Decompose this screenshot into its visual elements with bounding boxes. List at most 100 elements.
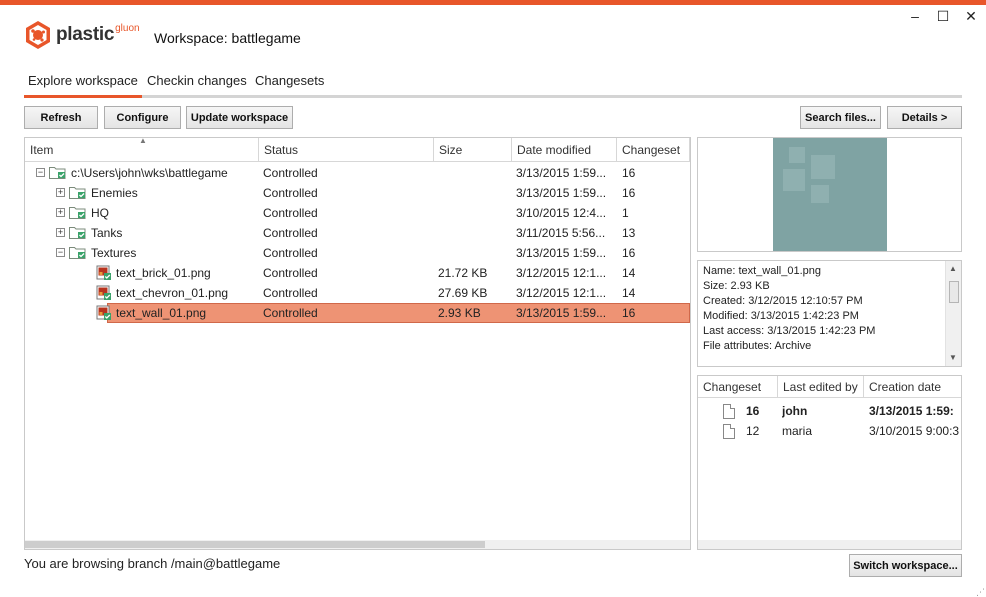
history-changeset: 12 — [746, 424, 760, 438]
item-changeset: 16 — [622, 186, 636, 200]
tab-changesets[interactable]: Changesets — [251, 71, 328, 95]
item-name: text_wall_01.png — [116, 306, 207, 320]
history-user: john — [782, 404, 808, 418]
controlled-folder-icon — [69, 207, 86, 219]
item-status: Controlled — [263, 266, 318, 280]
expand-icon[interactable]: + — [56, 188, 65, 197]
item-status: Controlled — [263, 306, 318, 320]
vertical-scrollbar[interactable]: ▲ ▼ — [945, 261, 961, 366]
window-controls: – ☐ ✕ — [908, 8, 978, 24]
scrollbar-thumb[interactable] — [949, 281, 959, 303]
column-header-last-edited-by[interactable]: Last edited by — [778, 376, 864, 398]
item-changeset: 14 — [622, 266, 636, 280]
controlled-image-file-icon — [96, 305, 111, 320]
history-row[interactable]: 12 maria 3/10/2015 9:00:3 — [698, 421, 961, 441]
detail-last-access: Last access: 3/13/2015 1:42:23 PM — [703, 325, 876, 337]
expand-icon[interactable]: + — [56, 208, 65, 217]
detail-created: Created: 3/12/2015 12:10:57 PM — [703, 295, 863, 307]
resize-grip-icon[interactable]: ⋰ — [976, 588, 985, 597]
item-size: 27.69 KB — [438, 286, 488, 300]
item-name: Enemies — [91, 186, 138, 200]
item-name: text_chevron_01.png — [116, 286, 229, 300]
controlled-folder-icon — [49, 167, 66, 179]
item-date-modified: 3/13/2015 1:59... — [516, 186, 607, 200]
scroll-down-icon[interactable]: ▼ — [949, 353, 957, 362]
controlled-image-file-icon — [96, 285, 111, 300]
main-tabs: Explore workspace Checkin changes Change… — [24, 71, 962, 98]
refresh-button[interactable]: Refresh — [24, 106, 98, 129]
item-changeset: 16 — [622, 306, 636, 320]
maximize-icon[interactable]: ☐ — [936, 8, 950, 24]
minimize-icon[interactable]: – — [908, 8, 922, 24]
item-date-modified: 3/12/2015 12:1... — [516, 266, 607, 280]
update-workspace-button[interactable]: Update workspace — [186, 106, 293, 129]
column-header-item-label: Item — [30, 143, 54, 157]
table-row[interactable]: + Enemies Controlled 3/13/2015 1:59... 16 — [25, 183, 690, 203]
configure-button[interactable]: Configure — [104, 106, 181, 129]
details-button[interactable]: Details > — [887, 106, 962, 129]
item-date-modified: 3/13/2015 1:59... — [516, 306, 607, 320]
close-icon[interactable]: ✕ — [964, 8, 978, 24]
history-row[interactable]: 16 john 3/13/2015 1:59: — [698, 401, 961, 421]
details-button-label: Details > — [901, 111, 948, 124]
detail-size: Size: 2.93 KB — [703, 280, 770, 292]
scroll-up-icon[interactable]: ▲ — [949, 264, 957, 273]
horizontal-scrollbar[interactable] — [698, 540, 961, 549]
column-header-changeset[interactable]: Changeset — [617, 138, 690, 162]
table-row[interactable]: − c:\Users\john\wks\battlegame Controlled 3… — [25, 163, 690, 183]
item-status: Controlled — [263, 166, 318, 180]
refresh-button-label: Refresh — [40, 111, 82, 124]
horizontal-scrollbar[interactable] — [25, 540, 690, 549]
search-files-button-label: Search files... — [805, 111, 876, 124]
file-details-text: Name: text_wall_01.png Size: 2.93 KB Cre… — [703, 264, 875, 354]
branch-status-text: You are browsing branch /main@battlegame — [24, 556, 281, 571]
detail-modified: Modified: 3/13/2015 1:42:23 PM — [703, 310, 859, 322]
history-date: 3/13/2015 1:59: — [869, 404, 954, 418]
column-header-status[interactable]: Status — [259, 138, 434, 162]
tab-checkin-changes[interactable]: Checkin changes — [143, 71, 251, 95]
column-header-date-modified[interactable]: Date modified — [512, 138, 617, 162]
item-size: 21.72 KB — [438, 266, 488, 280]
table-row[interactable]: + HQ Controlled 3/10/2015 12:4... 1 — [25, 203, 690, 223]
top-accent-bar — [0, 0, 986, 5]
texture-preview-image — [773, 138, 887, 251]
app-logo: plastic gluon — [24, 20, 140, 50]
tab-explore-workspace[interactable]: Explore workspace — [24, 71, 142, 98]
detail-name: Name: text_wall_01.png — [703, 265, 822, 277]
item-changeset: 1 — [622, 206, 629, 220]
switch-workspace-button[interactable]: Switch workspace... — [849, 554, 962, 577]
table-row[interactable]: − Textures Controlled 3/13/2015 1:59... 16 — [25, 243, 690, 263]
column-header-item[interactable]: Item ▲ — [25, 138, 259, 162]
table-row[interactable]: text_chevron_01.png Controlled 27.69 KB 3/1… — [25, 283, 690, 303]
item-changeset: 16 — [622, 246, 636, 260]
sort-up-icon: ▲ — [139, 137, 147, 145]
table-row[interactable]: text_wall_01.png Controlled 2.93 KB 3/13/20… — [25, 303, 690, 323]
item-name: c:\Users\john\wks\battlegame — [71, 166, 228, 180]
item-status: Controlled — [263, 246, 318, 260]
switch-workspace-button-label: Switch workspace... — [853, 559, 958, 572]
item-changeset: 13 — [622, 226, 636, 240]
column-header-size[interactable]: Size — [434, 138, 512, 162]
item-name: text_brick_01.png — [116, 266, 211, 280]
expand-icon[interactable]: + — [56, 228, 65, 237]
controlled-image-file-icon — [96, 265, 111, 280]
item-status: Controlled — [263, 226, 318, 240]
item-name: HQ — [91, 206, 109, 220]
search-files-button[interactable]: Search files... — [800, 106, 881, 129]
column-header-changeset[interactable]: Changeset — [698, 376, 778, 398]
item-changeset: 16 — [622, 166, 636, 180]
table-row[interactable]: text_brick_01.png Controlled 21.72 KB 3/12/… — [25, 263, 690, 283]
collapse-icon[interactable]: − — [36, 168, 45, 177]
item-date-modified: 3/12/2015 12:1... — [516, 286, 607, 300]
item-name: Textures — [91, 246, 137, 260]
table-row[interactable]: + Tanks Controlled 3/11/2015 5:56... 13 — [25, 223, 690, 243]
history-user: maria — [782, 424, 813, 438]
column-header-creation-date[interactable]: Creation date — [864, 376, 961, 398]
collapse-icon[interactable]: − — [56, 248, 65, 257]
history-changeset: 16 — [746, 404, 760, 418]
workspace-title: Workspace: battlegame — [154, 30, 301, 46]
document-icon — [723, 424, 735, 439]
item-status: Controlled — [263, 286, 318, 300]
item-status: Controlled — [263, 206, 318, 220]
scrollbar-thumb[interactable] — [25, 541, 485, 548]
